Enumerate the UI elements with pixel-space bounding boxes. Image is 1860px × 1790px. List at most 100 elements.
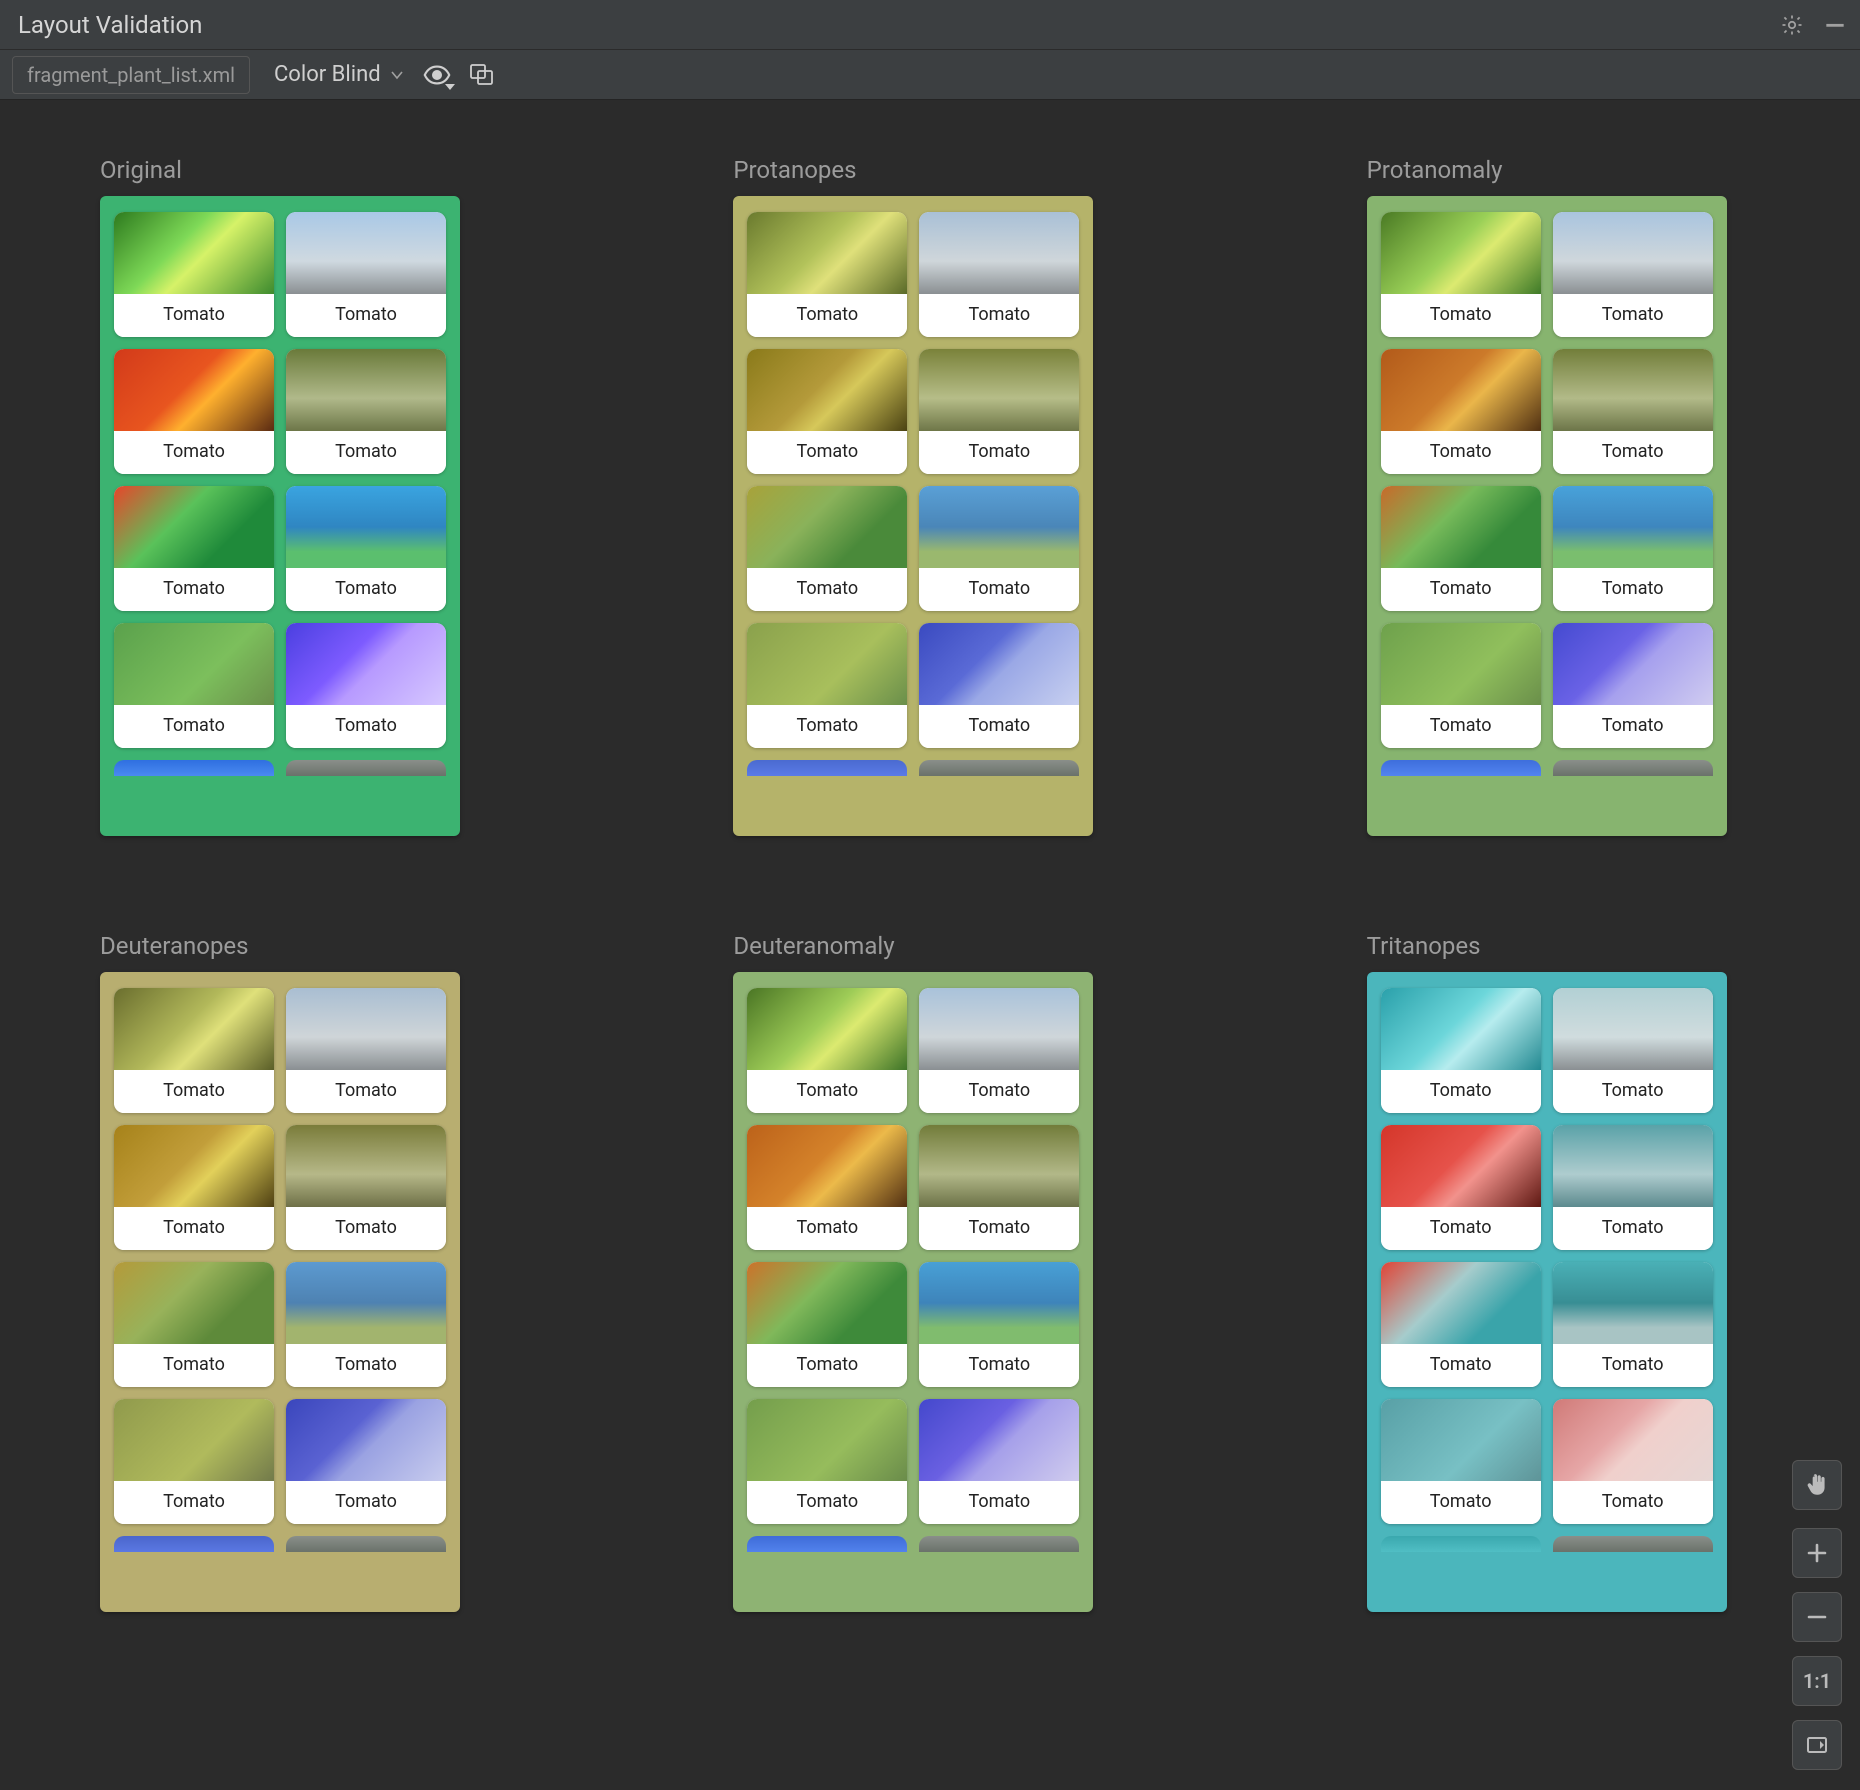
plant-card[interactable]: Tomato (747, 1262, 907, 1387)
card-thumbnail (747, 212, 907, 294)
card-thumbnail (1381, 623, 1541, 705)
card-thumbnail (114, 1262, 274, 1344)
card-label: Tomato (286, 1344, 446, 1387)
plant-card[interactable]: Tomato (114, 349, 274, 474)
plant-card[interactable]: Tomato (747, 988, 907, 1113)
device-preview[interactable]: TomatoTomatoTomatoTomatoTomatoTomatoToma… (733, 972, 1093, 1612)
plant-card[interactable]: Tomato (1381, 1125, 1541, 1250)
card-label: Tomato (1381, 1070, 1541, 1113)
zoom-in-button[interactable] (1792, 1528, 1842, 1578)
zoom-out-button[interactable] (1792, 1592, 1842, 1642)
pan-button[interactable] (1792, 1460, 1842, 1510)
card-label: Tomato (747, 1207, 907, 1250)
plant-card[interactable]: Tomato (1381, 349, 1541, 474)
plant-card[interactable]: Tomato (286, 988, 446, 1113)
card-thumbnail (919, 1399, 1079, 1481)
plant-card[interactable]: Tomato (919, 1125, 1079, 1250)
card-thumbnail (1381, 1125, 1541, 1207)
plant-card[interactable]: Tomato (747, 212, 907, 337)
plant-card[interactable]: Tomato (1381, 486, 1541, 611)
plant-card[interactable]: Tomato (747, 349, 907, 474)
plant-card[interactable]: Tomato (919, 486, 1079, 611)
plant-card[interactable]: Tomato (1553, 1125, 1713, 1250)
card-label: Tomato (286, 294, 446, 337)
plant-card[interactable]: Tomato (1381, 1262, 1541, 1387)
plant-card[interactable]: Tomato (114, 1399, 274, 1524)
plant-card[interactable]: Tomato (1381, 988, 1541, 1113)
card-label: Tomato (286, 1070, 446, 1113)
card-label: Tomato (919, 1207, 1079, 1250)
preview-canvas[interactable]: OriginalTomatoTomatoTomatoTomatoTomatoTo… (0, 100, 1860, 1790)
plant-card[interactable]: Tomato (1553, 1262, 1713, 1387)
plant-card[interactable]: Tomato (919, 349, 1079, 474)
mode-dropdown[interactable]: Color Blind (268, 58, 411, 91)
plant-card[interactable]: Tomato (114, 988, 274, 1113)
copy-stack-icon[interactable] (469, 63, 495, 87)
plant-card[interactable]: Tomato (1553, 486, 1713, 611)
plant-card[interactable]: Tomato (114, 623, 274, 748)
plant-card[interactable]: Tomato (1381, 623, 1541, 748)
device-preview[interactable]: TomatoTomatoTomatoTomatoTomatoTomatoToma… (733, 196, 1093, 836)
plant-card[interactable]: Tomato (919, 212, 1079, 337)
plant-card[interactable]: Tomato (286, 1262, 446, 1387)
gear-icon[interactable] (1780, 13, 1804, 37)
plant-card[interactable]: Tomato (747, 1125, 907, 1250)
plant-card[interactable]: Tomato (1553, 988, 1713, 1113)
peek-row (114, 760, 446, 776)
plant-card[interactable]: Tomato (286, 349, 446, 474)
zoom-actual-button[interactable]: 1:1 (1792, 1656, 1842, 1706)
plant-card[interactable]: Tomato (1381, 1399, 1541, 1524)
plant-card[interactable]: Tomato (1553, 349, 1713, 474)
plant-card[interactable]: Tomato (286, 1399, 446, 1524)
card-thumbnail (286, 623, 446, 705)
device-preview[interactable]: TomatoTomatoTomatoTomatoTomatoTomatoToma… (100, 972, 460, 1612)
card-label: Tomato (286, 431, 446, 474)
minimize-icon[interactable] (1822, 12, 1848, 38)
plant-card[interactable]: Tomato (286, 486, 446, 611)
plant-card[interactable]: Tomato (114, 486, 274, 611)
plant-card[interactable]: Tomato (1553, 1399, 1713, 1524)
plant-card[interactable]: Tomato (114, 212, 274, 337)
plant-card[interactable]: Tomato (919, 623, 1079, 748)
card-thumbnail (747, 1262, 907, 1344)
zoom-actual-label: 1:1 (1803, 1669, 1831, 1693)
plant-card[interactable]: Tomato (1553, 212, 1713, 337)
eye-icon[interactable] (423, 64, 451, 86)
device-preview[interactable]: TomatoTomatoTomatoTomatoTomatoTomatoToma… (100, 196, 460, 836)
device-preview[interactable]: TomatoTomatoTomatoTomatoTomatoTomatoToma… (1367, 972, 1727, 1612)
card-thumbnail (286, 1262, 446, 1344)
card-label: Tomato (1381, 431, 1541, 474)
plant-card[interactable]: Tomato (919, 988, 1079, 1113)
card-label: Tomato (1553, 1344, 1713, 1387)
peek-row (1381, 1536, 1713, 1552)
file-chip[interactable]: fragment_plant_list.xml (12, 56, 250, 94)
plant-card[interactable]: Tomato (286, 1125, 446, 1250)
card-peek (1553, 1536, 1713, 1552)
plant-card[interactable]: Tomato (114, 1125, 274, 1250)
card-thumbnail (747, 1125, 907, 1207)
card-label: Tomato (1553, 705, 1713, 748)
peek-row (114, 1536, 446, 1552)
plant-card[interactable]: Tomato (747, 486, 907, 611)
card-label: Tomato (919, 705, 1079, 748)
plant-card[interactable]: Tomato (919, 1262, 1079, 1387)
plant-card[interactable]: Tomato (1381, 212, 1541, 337)
zoom-fit-button[interactable] (1792, 1720, 1842, 1770)
card-label: Tomato (1553, 431, 1713, 474)
plant-card[interactable]: Tomato (286, 212, 446, 337)
plant-card[interactable]: Tomato (919, 1399, 1079, 1524)
card-label: Tomato (114, 705, 274, 748)
device-preview[interactable]: TomatoTomatoTomatoTomatoTomatoTomatoToma… (1367, 196, 1727, 836)
card-label: Tomato (747, 568, 907, 611)
card-label: Tomato (1553, 568, 1713, 611)
card-peek (1553, 760, 1713, 776)
preview-label: Deuteranomaly (733, 932, 1126, 960)
card-label: Tomato (114, 1070, 274, 1113)
plant-card[interactable]: Tomato (747, 623, 907, 748)
preview-slot: TritanopesTomatoTomatoTomatoTomatoTomato… (1367, 932, 1760, 1612)
plant-card[interactable]: Tomato (1553, 623, 1713, 748)
plant-card[interactable]: Tomato (747, 1399, 907, 1524)
plant-card[interactable]: Tomato (286, 623, 446, 748)
peek-row (747, 760, 1079, 776)
plant-card[interactable]: Tomato (114, 1262, 274, 1387)
